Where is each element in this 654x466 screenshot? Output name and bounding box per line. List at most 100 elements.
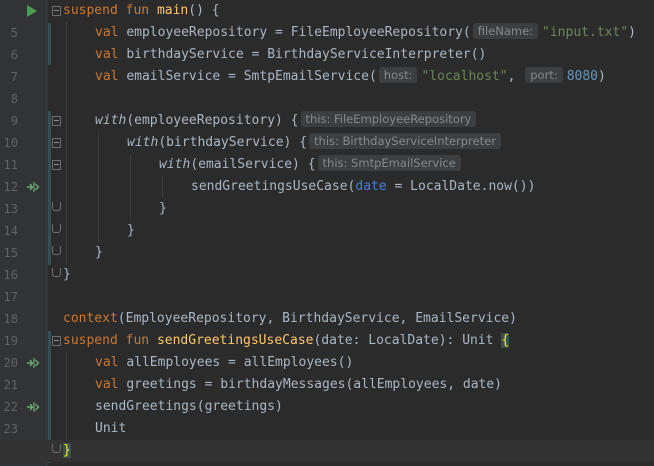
code-text: } xyxy=(127,220,135,242)
code-text: Unit xyxy=(95,418,126,440)
code-token: = xyxy=(196,377,221,392)
code-token: (birthdayService) { xyxy=(158,135,308,150)
keyword: context xyxy=(63,311,118,326)
code-text: } xyxy=(63,440,71,462)
code-token: BirthdayServiceInterpreter() xyxy=(267,47,487,62)
code-text: with(birthdayService) {this: BirthdaySer… xyxy=(127,132,505,154)
code-token: = xyxy=(220,355,244,370)
parameter-hint: port: xyxy=(525,67,563,83)
function-call: with xyxy=(127,135,159,150)
code-line[interactable]: 7 val birthdayService = BirthdayServiceI… xyxy=(0,44,654,84)
code-token: , xyxy=(507,69,524,84)
code-text: val allEmployees = allEmployees() xyxy=(95,352,353,374)
code-text: } xyxy=(95,242,103,264)
keyword: val xyxy=(95,25,119,40)
parameter-hint: fileName: xyxy=(472,23,539,39)
code-token: (EmployeeRepository, BirthdayService, Em… xyxy=(117,311,517,326)
fold-end-icon[interactable] xyxy=(52,246,61,255)
named-argument: date xyxy=(355,179,387,194)
code-line[interactable]: 14 } xyxy=(0,198,654,238)
keyword: fun xyxy=(125,3,150,18)
keyword: suspend xyxy=(63,3,118,18)
code-token: = xyxy=(267,25,291,40)
code-text: val employeeRepository = FileEmployeeRep… xyxy=(95,22,636,44)
code-token: greetings xyxy=(126,377,197,392)
fold-icon[interactable] xyxy=(52,336,61,346)
fold-end-icon[interactable] xyxy=(52,444,61,453)
code-line[interactable]: 13 sendGreetingsUseCase(date = LocalDate… xyxy=(0,176,654,216)
code-token: } xyxy=(127,223,135,238)
line-number: 25 xyxy=(0,462,18,466)
fold-icon[interactable] xyxy=(52,116,61,126)
code-text: with(employeeRepository) {this: FileEmpl… xyxy=(95,110,480,132)
string-literal: "localhost" xyxy=(421,69,508,84)
fold-icon[interactable] xyxy=(52,138,61,148)
fold-icon[interactable] xyxy=(52,6,61,16)
code-line[interactable]: 8 val emailService = SmtpEmailService(ho… xyxy=(0,66,654,106)
function-call: with xyxy=(95,113,127,128)
keyword: suspend xyxy=(63,333,118,348)
keyword: val xyxy=(95,69,119,84)
parameter-hint: host: xyxy=(378,67,418,83)
code-line[interactable]: 23 sendGreetings(greetings) xyxy=(0,396,654,436)
code-token: ) xyxy=(628,25,636,40)
fold-end-icon[interactable] xyxy=(52,202,61,211)
code-line[interactable]: 12 with(emailService) {this: SmtpEmailSe… xyxy=(0,154,654,194)
code-text: val emailService = SmtpEmailService(host… xyxy=(95,66,606,88)
string-literal: "input.txt" xyxy=(542,25,629,40)
code-text: with(emailService) {this: SmtpEmailServi… xyxy=(159,154,465,176)
code-line[interactable]: 22 val greetings = birthdayMessages(allE… xyxy=(0,374,654,414)
suspend-call-icon[interactable] xyxy=(26,181,40,193)
code-line[interactable]: 17 } xyxy=(0,264,654,304)
code-line[interactable]: 20 suspend fun sendGreetingsUseCase(date… xyxy=(0,330,654,370)
suspend-call-icon[interactable] xyxy=(26,401,40,413)
code-token: = xyxy=(243,47,268,62)
code-token: FileEmployeeRepository( xyxy=(290,25,471,40)
suspend-call-icon[interactable] xyxy=(26,357,40,369)
code-token: = xyxy=(386,179,411,194)
code-line[interactable]: 19 context(EmployeeRepository, BirthdayS… xyxy=(0,308,654,348)
keyword: val xyxy=(95,377,119,392)
code-line[interactable]: 18 xyxy=(0,286,654,326)
code-line[interactable]: 15 } xyxy=(0,220,654,260)
code-token: (emailService) { xyxy=(190,157,316,172)
keyword: fun xyxy=(125,333,150,348)
code-text: } xyxy=(63,264,71,286)
code-line[interactable]: 9 xyxy=(0,88,654,128)
code-token: } xyxy=(63,267,71,282)
code-line[interactable]: 6 val employeeRepository = FileEmployeeR… xyxy=(0,22,654,62)
receiver-hint: this: SmtpEmailService xyxy=(317,155,461,171)
code-line[interactable]: 11 with(birthdayService) {this: Birthday… xyxy=(0,132,654,172)
code-line-current[interactable]: 25 } xyxy=(0,440,654,462)
matched-brace: { xyxy=(501,333,510,348)
code-line[interactable]: 21 val allEmployees = allEmployees() xyxy=(0,352,654,392)
keyword: val xyxy=(95,47,119,62)
code-text: suspend fun main() { xyxy=(63,0,220,22)
code-token: (employeeRepository) { xyxy=(126,113,299,128)
code-line[interactable]: 16 } xyxy=(0,242,654,282)
code-line[interactable]: 5 suspend fun main() { xyxy=(0,0,654,40)
code-token: ) xyxy=(598,69,606,84)
code-token: emailService xyxy=(126,69,221,84)
code-editor[interactable]: 5 suspend fun main() { 6 val employeeRep… xyxy=(0,0,654,466)
number-literal: 8080 xyxy=(566,69,598,84)
code-text: context(EmployeeRepository, BirthdayServ… xyxy=(63,308,517,330)
function-call: with xyxy=(159,157,191,172)
code-text: val greetings = birthdayMessages(allEmpl… xyxy=(95,374,502,396)
fold-end-icon[interactable] xyxy=(52,268,61,277)
code-text: } xyxy=(159,198,167,220)
fold-end-icon[interactable] xyxy=(52,224,61,233)
code-token: LocalDate.now()) xyxy=(410,179,536,194)
code-text: sendGreetings(greetings) xyxy=(95,396,283,418)
code-text: suspend fun sendGreetingsUseCase(date: L… xyxy=(63,330,510,352)
code-text: sendGreetingsUseCase(date = LocalDate.no… xyxy=(191,176,535,198)
code-line[interactable]: 10 with(employeeRepository) {this: FileE… xyxy=(0,110,654,150)
matched-brace: } xyxy=(63,443,71,458)
code-line[interactable]: 24 Unit xyxy=(0,418,654,458)
code-token: birthdayService xyxy=(126,47,244,62)
keyword: val xyxy=(95,355,119,370)
fold-icon[interactable] xyxy=(52,160,61,170)
run-icon[interactable] xyxy=(27,5,37,17)
function-name: main xyxy=(156,3,189,18)
code-token: employeeRepository xyxy=(126,25,268,40)
